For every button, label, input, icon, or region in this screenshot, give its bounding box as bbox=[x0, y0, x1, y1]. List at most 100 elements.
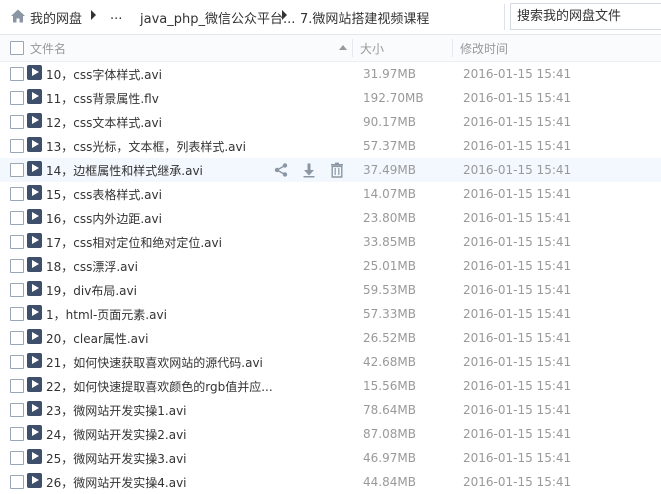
file-size: 192.70MB bbox=[363, 91, 424, 105]
file-row[interactable]: 18，css漂浮.avi 25.01MB 2016-01-15 15:41 bbox=[0, 254, 661, 278]
file-row[interactable]: 16，css内外边距.avi 23.80MB 2016-01-15 15:41 bbox=[0, 206, 661, 230]
file-name[interactable]: 20，clear属性.avi bbox=[46, 330, 148, 347]
file-name[interactable]: 24，微网站开发实操2.avi bbox=[46, 426, 187, 443]
search-box[interactable] bbox=[510, 3, 661, 30]
file-modified: 2016-01-15 15:41 bbox=[463, 211, 572, 225]
row-checkbox[interactable] bbox=[10, 139, 24, 153]
row-checkbox[interactable] bbox=[10, 403, 24, 417]
file-row[interactable]: 20，clear属性.avi 26.52MB 2016-01-15 15:41 bbox=[0, 326, 661, 350]
delete-icon[interactable] bbox=[329, 162, 345, 178]
file-modified: 2016-01-15 15:41 bbox=[463, 355, 572, 369]
file-modified: 2016-01-15 15:41 bbox=[463, 139, 572, 153]
row-checkbox[interactable] bbox=[10, 163, 24, 177]
file-size: 87.08MB bbox=[363, 427, 416, 441]
column-header-name[interactable]: 文件名 bbox=[30, 40, 66, 57]
file-name[interactable]: 26，微网站开发实操4.avi bbox=[46, 474, 187, 491]
file-name[interactable]: 22，如何快速提取喜欢颜色的rgb值并应... bbox=[46, 378, 273, 395]
video-file-icon bbox=[27, 473, 42, 488]
file-row[interactable]: 14，边框属性和样式继承.avi 37.49MB 2016-01-15 15:41 bbox=[0, 158, 661, 182]
row-actions bbox=[270, 158, 350, 182]
file-name[interactable]: 18，css漂浮.avi bbox=[46, 258, 138, 275]
file-modified: 2016-01-15 15:41 bbox=[463, 283, 572, 297]
breadcrumb-current: 7.微网站搭建视频课程 bbox=[300, 12, 430, 27]
file-row[interactable]: 17，css相对定位和绝对定位.avi 33.85MB 2016-01-15 15:… bbox=[0, 230, 661, 254]
row-checkbox[interactable] bbox=[10, 91, 24, 105]
file-row[interactable]: 15，css表格样式.avi 14.07MB 2016-01-15 15:41 bbox=[0, 182, 661, 206]
file-modified: 2016-01-15 15:41 bbox=[463, 235, 572, 249]
file-name[interactable]: 10，css字体样式.avi bbox=[46, 66, 162, 83]
file-name[interactable]: 25，微网站开发实操3.avi bbox=[46, 450, 187, 467]
row-checkbox[interactable] bbox=[10, 475, 24, 489]
file-size: 78.64MB bbox=[363, 403, 416, 417]
breadcrumb-parent[interactable]: java_php_微信公众平台... bbox=[140, 8, 295, 27]
select-all-checkbox[interactable] bbox=[10, 41, 24, 55]
file-row[interactable]: 24，微网站开发实操2.avi 87.08MB 2016-01-15 15:41 bbox=[0, 422, 661, 446]
file-size: 15.56MB bbox=[363, 379, 416, 393]
row-checkbox[interactable] bbox=[10, 67, 24, 81]
home-icon[interactable] bbox=[10, 8, 26, 24]
row-checkbox[interactable] bbox=[10, 307, 24, 321]
file-row[interactable]: 25，微网站开发实操3.avi 46.97MB 2016-01-15 15:41 bbox=[0, 446, 661, 470]
row-checkbox[interactable] bbox=[10, 187, 24, 201]
column-divider[interactable] bbox=[352, 39, 353, 57]
file-row[interactable]: 10，css字体样式.avi 31.97MB 2016-01-15 15:41 bbox=[0, 62, 661, 86]
file-row[interactable]: 23，微网站开发实操1.avi 78.64MB 2016-01-15 15:41 bbox=[0, 398, 661, 422]
file-name[interactable]: 16，css内外边距.avi bbox=[46, 210, 162, 227]
file-row[interactable]: 13，css光标，文本框，列表样式.avi 57.37MB 2016-01-15 1… bbox=[0, 134, 661, 158]
file-row[interactable]: 1，html-页面元素.avi 57.33MB 2016-01-15 15:41 bbox=[0, 302, 661, 326]
share-icon[interactable] bbox=[273, 162, 289, 178]
row-checkbox[interactable] bbox=[10, 379, 24, 393]
row-checkbox[interactable] bbox=[10, 355, 24, 369]
row-checkbox[interactable] bbox=[10, 331, 24, 345]
file-size: 46.97MB bbox=[363, 451, 416, 465]
file-modified: 2016-01-15 15:41 bbox=[463, 307, 572, 321]
file-name[interactable]: 17，css相对定位和绝对定位.avi bbox=[46, 234, 222, 251]
row-checkbox[interactable] bbox=[10, 211, 24, 225]
search-input[interactable] bbox=[511, 4, 657, 29]
download-icon[interactable] bbox=[301, 162, 317, 178]
file-size: 57.37MB bbox=[363, 139, 416, 153]
file-name[interactable]: 13，css光标，文本框，列表样式.avi bbox=[46, 138, 246, 155]
file-name[interactable]: 21，如何快速获取喜欢网站的源代码.avi bbox=[46, 354, 263, 371]
breadcrumb-root[interactable]: 我的网盘 bbox=[30, 8, 82, 27]
file-row[interactable]: 26，微网站开发实操4.avi 44.84MB 2016-01-15 15:41 bbox=[0, 470, 661, 494]
file-size: 14.07MB bbox=[363, 187, 416, 201]
file-name[interactable]: 11，css背景属性.flv bbox=[46, 90, 159, 107]
file-row[interactable]: 22，如何快速提取喜欢颜色的rgb值并应... 15.56MB 2016-01-15… bbox=[0, 374, 661, 398]
file-name[interactable]: 1，html-页面元素.avi bbox=[46, 306, 167, 323]
row-checkbox[interactable] bbox=[10, 115, 24, 129]
file-name[interactable]: 23，微网站开发实操1.avi bbox=[46, 402, 187, 419]
column-header-size[interactable]: 大小 bbox=[360, 40, 384, 57]
sort-ascending-icon[interactable] bbox=[339, 45, 347, 50]
file-name[interactable]: 15，css表格样式.avi bbox=[46, 186, 162, 203]
video-file-icon bbox=[27, 425, 42, 440]
file-row[interactable]: 11，css背景属性.flv 192.70MB 2016-01-15 15:41 bbox=[0, 86, 661, 110]
row-checkbox[interactable] bbox=[10, 235, 24, 249]
file-list-header: 文件名 大小 修改时间 bbox=[0, 35, 661, 62]
file-row[interactable]: 19，div布局.avi 59.53MB 2016-01-15 15:41 bbox=[0, 278, 661, 302]
row-checkbox[interactable] bbox=[10, 427, 24, 441]
breadcrumb-separator-icon bbox=[91, 10, 96, 20]
file-modified: 2016-01-15 15:41 bbox=[463, 451, 572, 465]
video-file-icon bbox=[27, 209, 42, 224]
file-row[interactable]: 12，css文本样式.avi 90.17MB 2016-01-15 15:41 bbox=[0, 110, 661, 134]
file-row[interactable]: 21，如何快速获取喜欢网站的源代码.avi 42.68MB 2016-01-15 1… bbox=[0, 350, 661, 374]
breadcrumb-ellipsis[interactable]: ... bbox=[110, 8, 122, 23]
video-file-icon bbox=[27, 137, 42, 152]
row-checkbox[interactable] bbox=[10, 259, 24, 273]
video-file-icon bbox=[27, 401, 42, 416]
video-file-icon bbox=[27, 281, 42, 296]
file-modified: 2016-01-15 15:41 bbox=[463, 403, 572, 417]
column-divider[interactable] bbox=[452, 39, 453, 57]
file-size: 31.97MB bbox=[363, 67, 416, 81]
file-size: 25.01MB bbox=[363, 259, 416, 273]
video-file-icon bbox=[27, 257, 42, 272]
row-checkbox[interactable] bbox=[10, 451, 24, 465]
file-name[interactable]: 12，css文本样式.avi bbox=[46, 114, 162, 131]
row-checkbox[interactable] bbox=[10, 283, 24, 297]
file-name[interactable]: 19，div布局.avi bbox=[46, 282, 137, 299]
file-name[interactable]: 14，边框属性和样式继承.avi bbox=[46, 162, 203, 179]
file-modified: 2016-01-15 15:41 bbox=[463, 379, 572, 393]
file-size: 33.85MB bbox=[363, 235, 416, 249]
column-header-modified[interactable]: 修改时间 bbox=[460, 40, 508, 57]
